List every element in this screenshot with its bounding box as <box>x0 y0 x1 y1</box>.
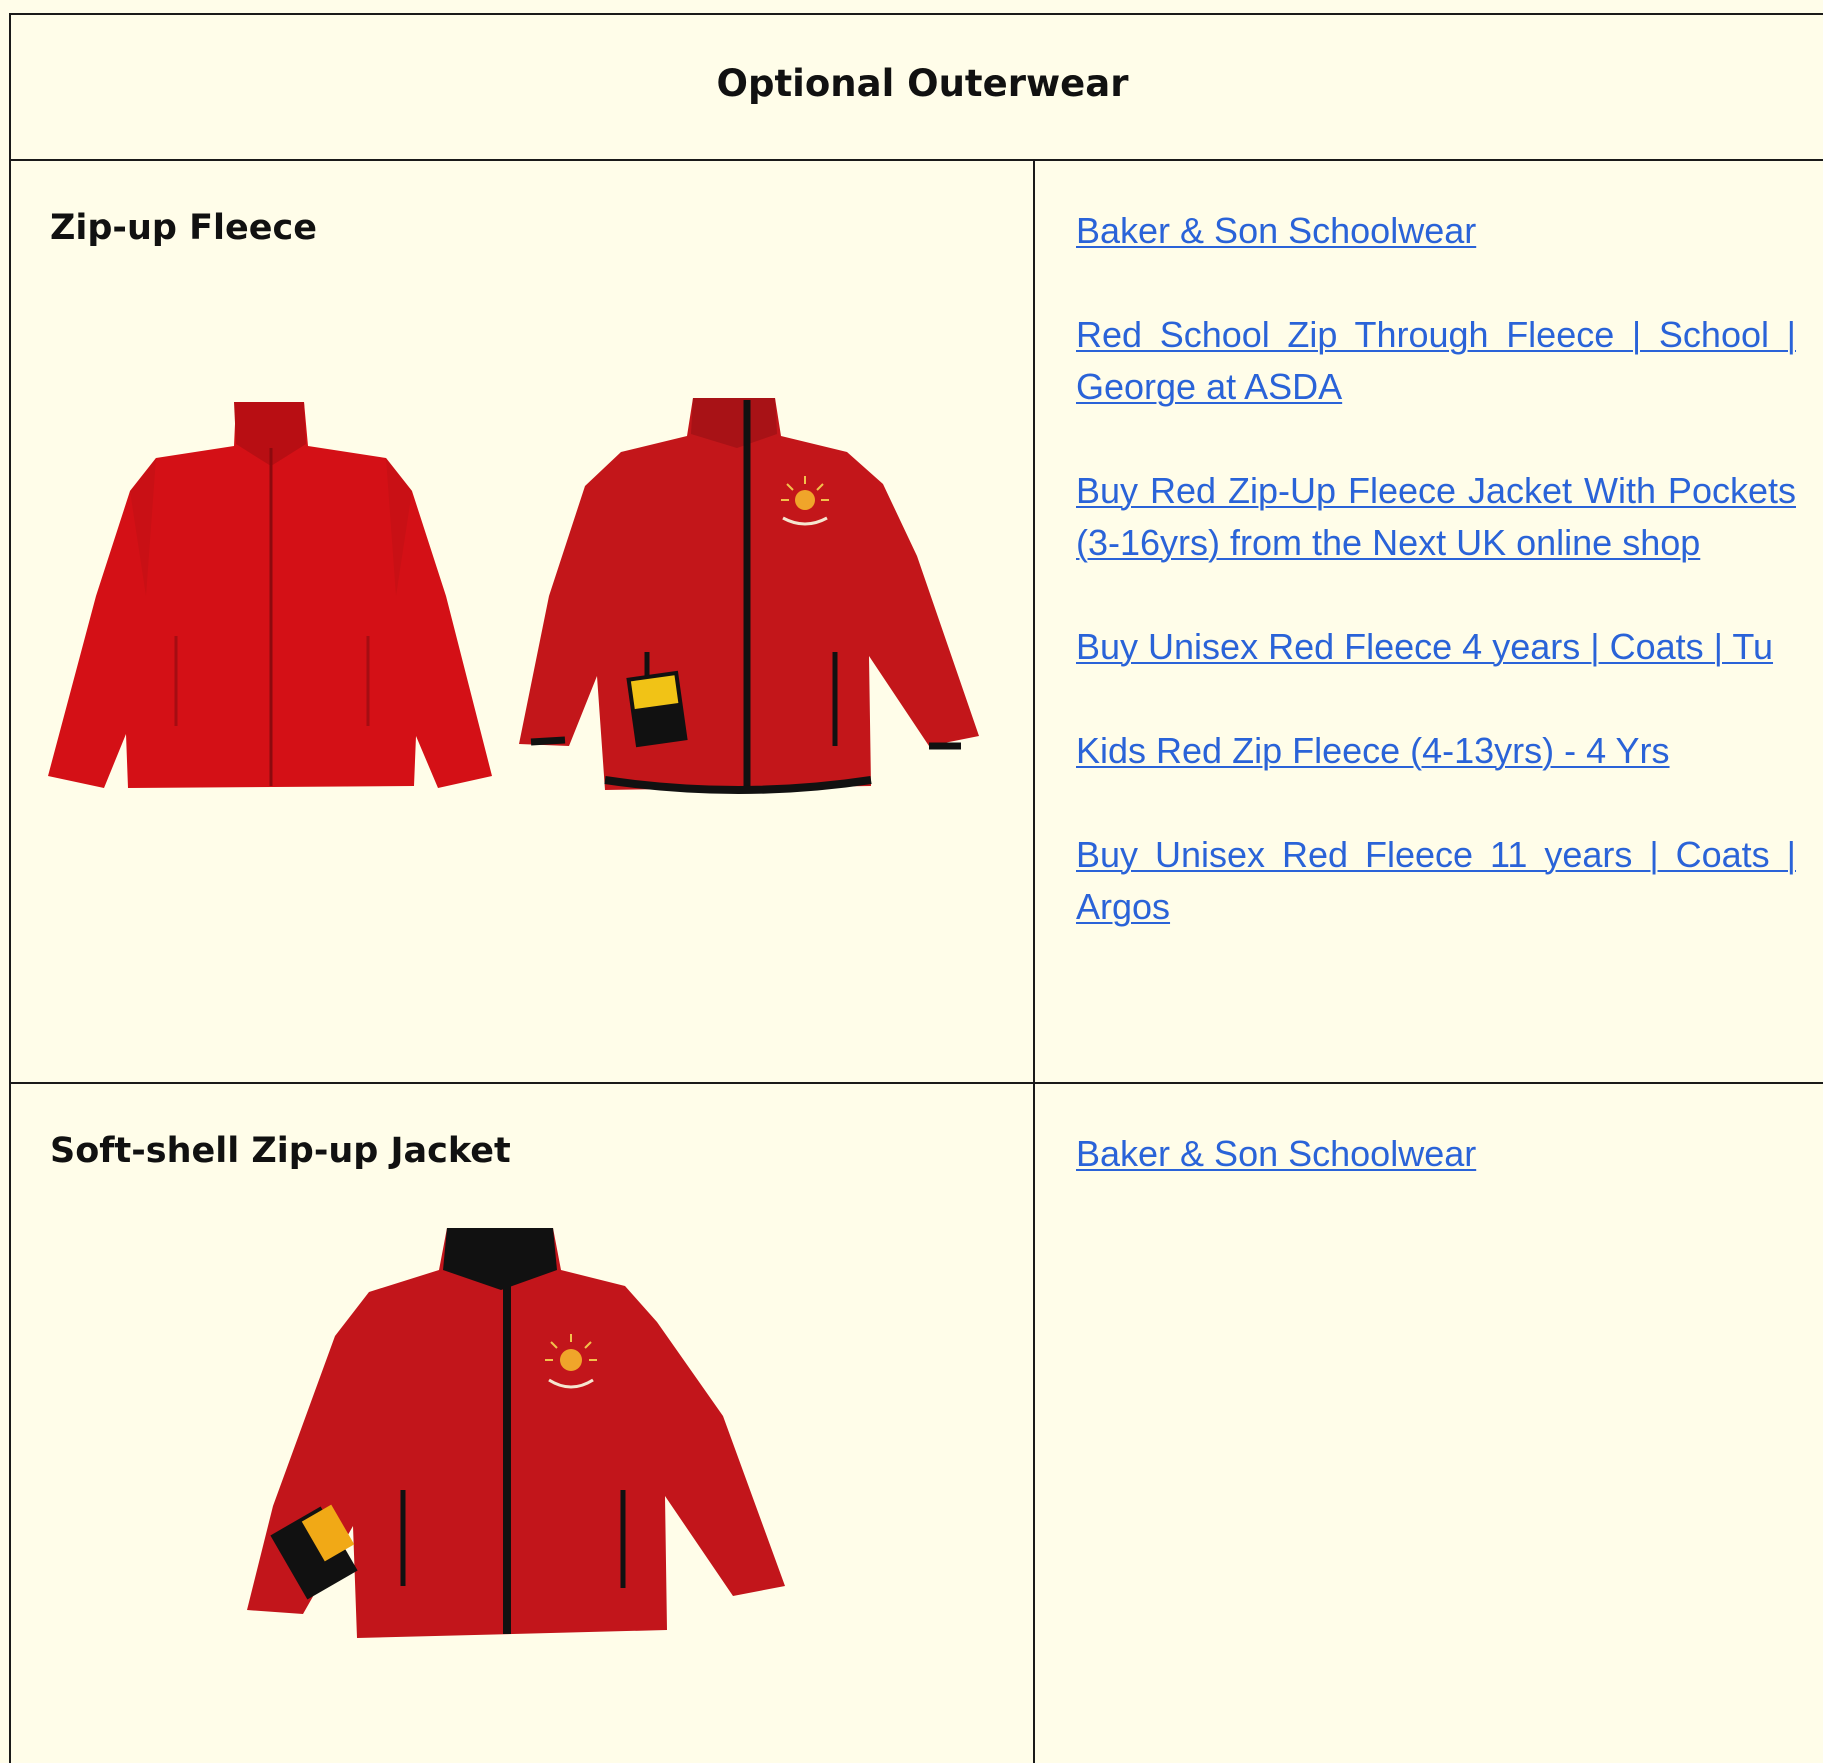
link-asda-fleece[interactable]: Red School Zip Through Fleece | School |… <box>1076 309 1796 413</box>
link-next-fleece[interactable]: Buy Red Zip-Up Fleece Jacket With Pocket… <box>1076 465 1796 569</box>
plain-red-fleece-image <box>46 396 496 791</box>
item-title-fleece: Zip-up Fleece <box>50 208 317 248</box>
fleece-links: Baker & Son Schoolwear Red School Zip Th… <box>1076 205 1796 933</box>
item-title-softshell: Soft-shell Zip-up Jacket <box>50 1131 511 1171</box>
table-column-divider <box>1033 159 1035 1763</box>
table-title: Optional Outerwear <box>716 62 1129 105</box>
link-tu-fleece[interactable]: Buy Unisex Red Fleece 4 years | Coats | … <box>1076 621 1796 673</box>
link-argos-fleece[interactable]: Buy Unisex Red Fleece 11 years | Coats |… <box>1076 829 1796 933</box>
link-kids-zip-fleece[interactable]: Kids Red Zip Fleece (4-13yrs) - 4 Yrs <box>1076 725 1796 777</box>
red-school-fleece-image <box>509 396 979 796</box>
red-softshell-jacket-image <box>245 1226 795 1646</box>
link-baker-son-fleece[interactable]: Baker & Son Schoolwear <box>1076 205 1796 257</box>
link-baker-son-softshell[interactable]: Baker & Son Schoolwear <box>1076 1128 1796 1180</box>
table-divider-row <box>9 1082 1823 1084</box>
table-divider-header <box>9 159 1823 161</box>
softshell-links: Baker & Son Schoolwear <box>1076 1128 1796 1180</box>
